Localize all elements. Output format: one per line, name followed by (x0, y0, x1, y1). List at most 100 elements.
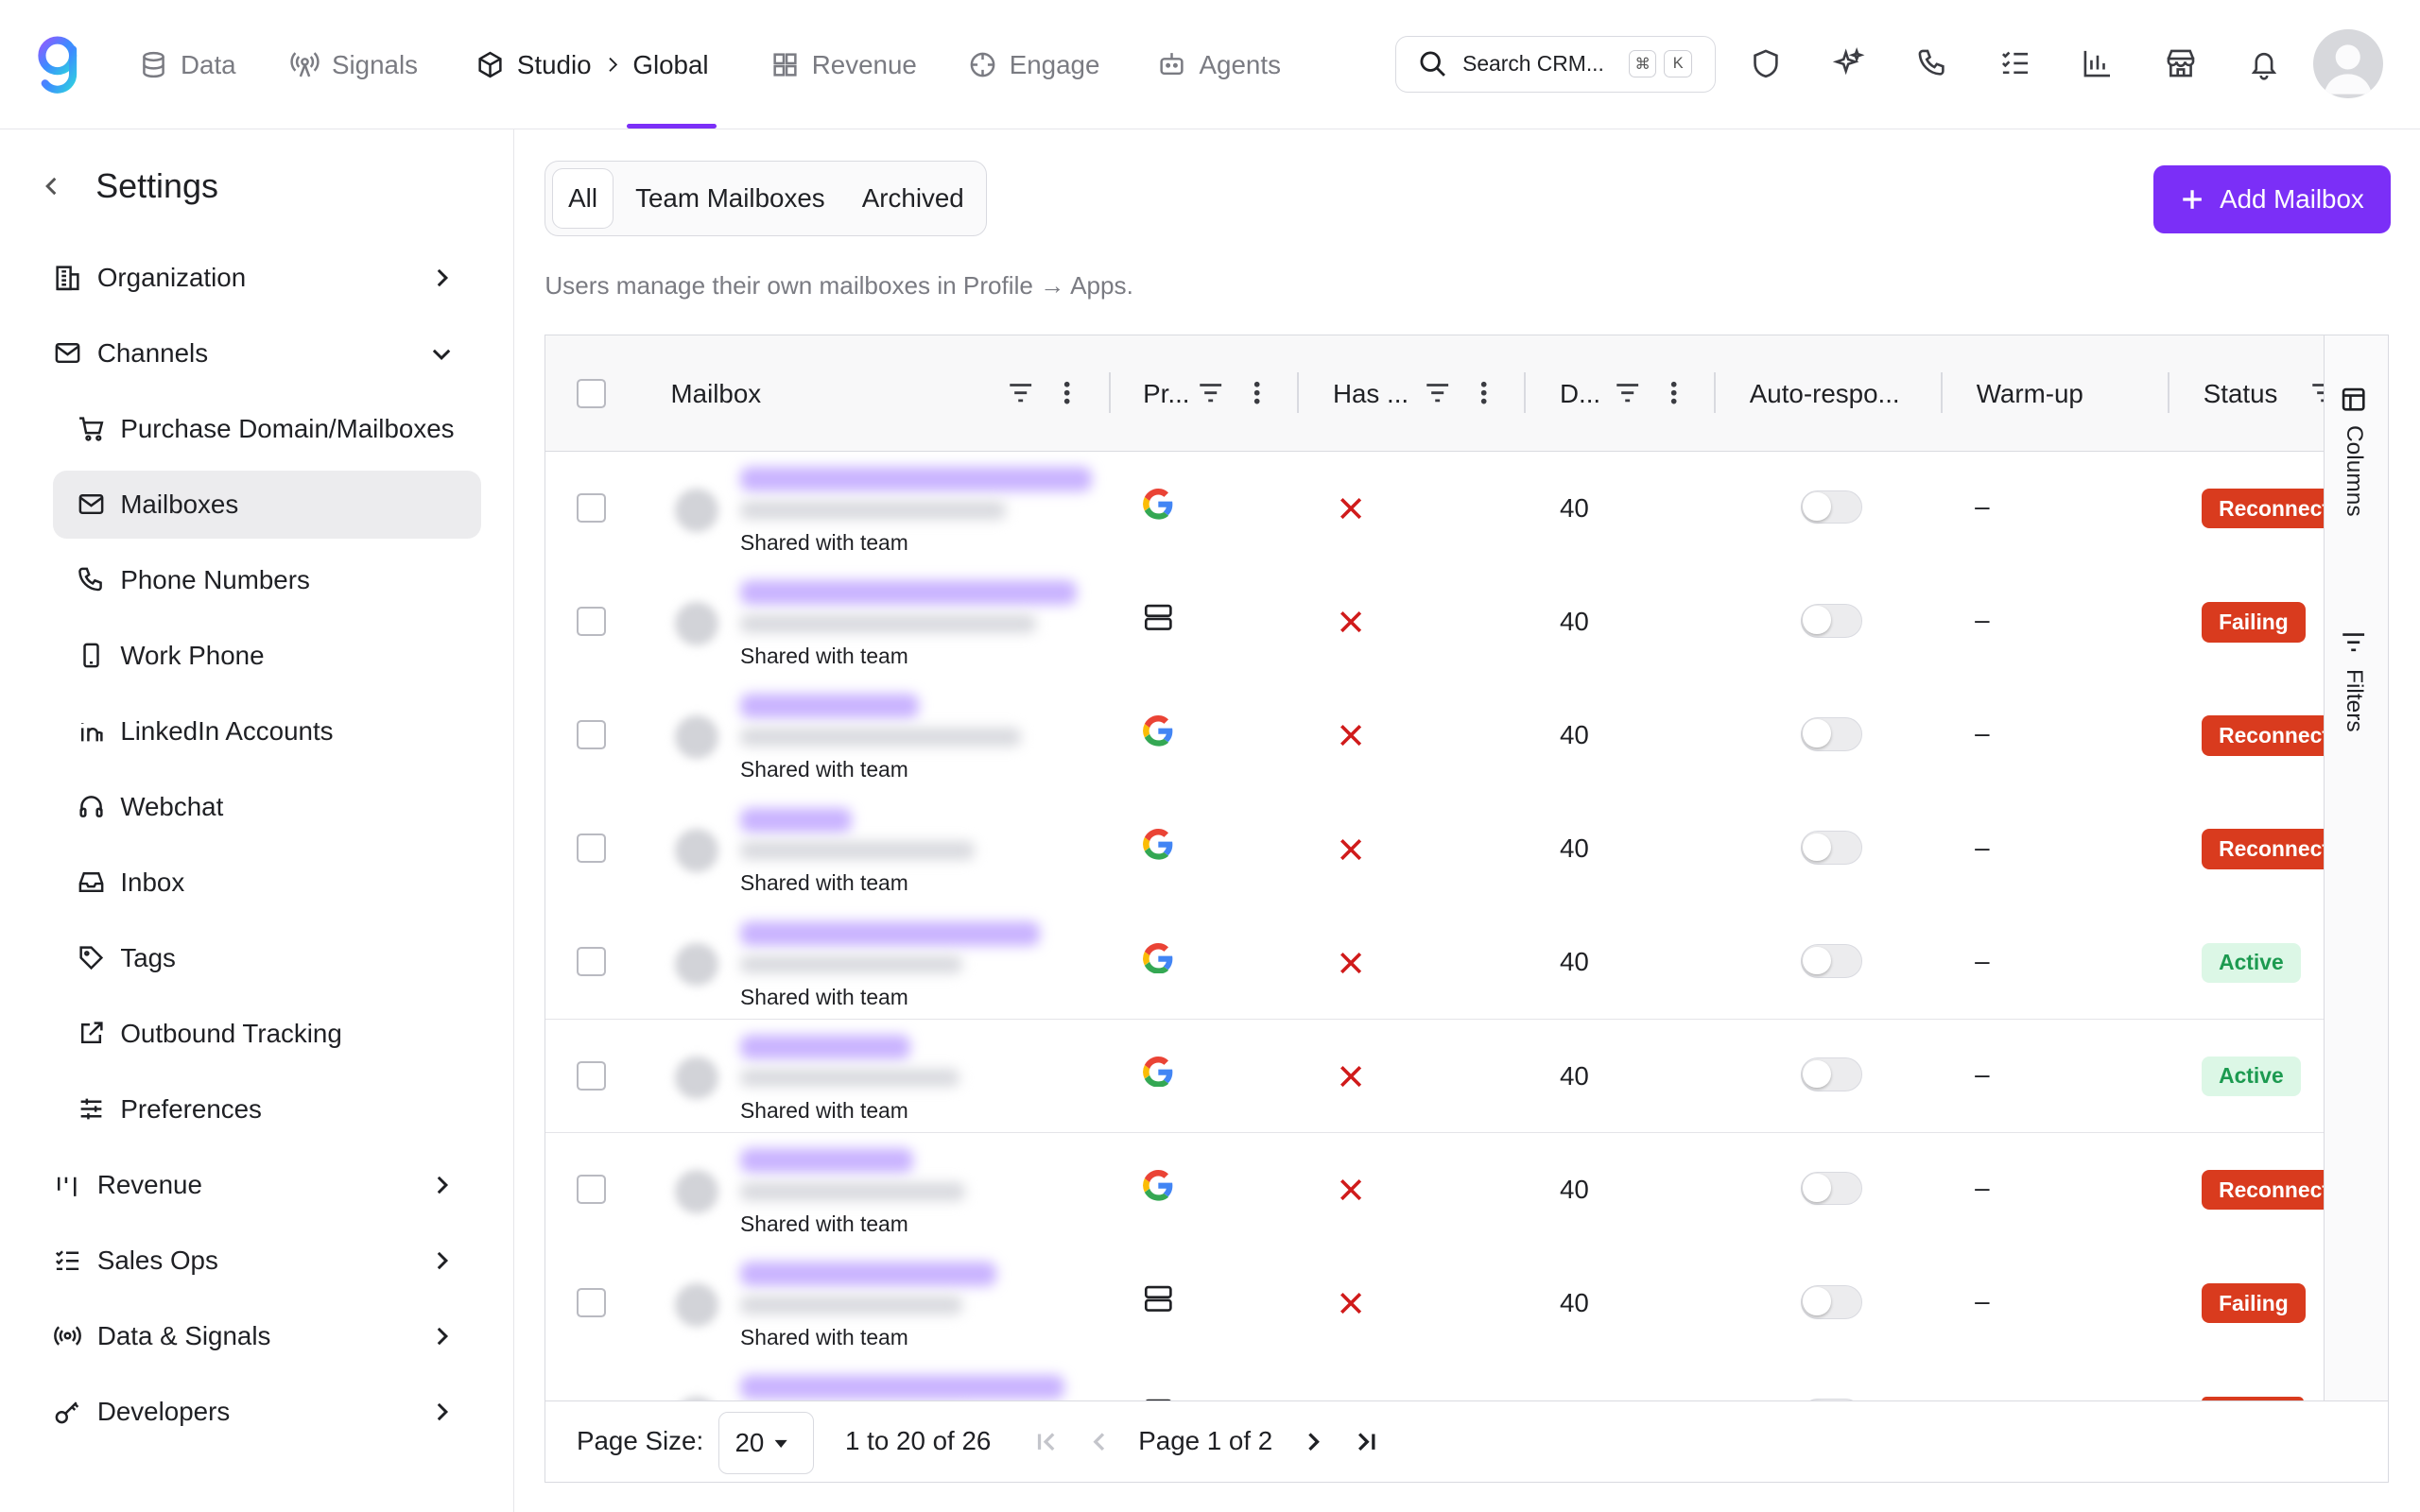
sidebar-item-mailboxes[interactable]: Mailboxes (52, 470, 482, 539)
tasks-button[interactable] (1998, 46, 2032, 80)
column-menu-button[interactable] (1660, 379, 1687, 406)
status-badge[interactable]: Reconnect (2202, 488, 2325, 529)
app-logo[interactable] (31, 34, 84, 95)
status-badge[interactable]: Reconnect (2202, 829, 2325, 869)
sidebar-item-purchase-domain[interactable]: Purchase Domain/Mailboxes (53, 395, 482, 463)
auto-responder-toggle[interactable] (1800, 490, 1862, 524)
column-divider[interactable] (1714, 372, 1716, 413)
filters-panel-tab[interactable]: Filters (2340, 628, 2367, 732)
column-header-mailbox[interactable]: Mailbox (671, 335, 762, 451)
row-checkbox[interactable] (576, 1287, 606, 1317)
column-filter-button[interactable] (1197, 379, 1224, 406)
sidebar-item-outbound-tracking[interactable]: Outbound Tracking (53, 1000, 482, 1068)
status-badge[interactable]: Active (2202, 1056, 2301, 1097)
tab-team-mailboxes[interactable]: Team Mailboxes (620, 168, 840, 229)
sidebar-item-phone-numbers[interactable]: Phone Numbers (53, 546, 482, 614)
table-row[interactable]: Shared with team 40 – Reconnect (545, 1132, 2325, 1247)
mailbox-name-redacted[interactable] (740, 1148, 913, 1174)
column-divider[interactable] (2168, 372, 2169, 413)
row-checkbox[interactable] (576, 1060, 606, 1091)
column-header-warmup[interactable]: Warm-up (1977, 335, 2083, 451)
row-checkbox[interactable] (576, 492, 606, 523)
column-divider[interactable] (1941, 372, 1943, 413)
auto-responder-toggle[interactable] (1800, 1171, 1862, 1206)
row-checkbox[interactable] (576, 947, 606, 977)
nav-data[interactable]: Data (139, 46, 236, 83)
sidebar-item-organization[interactable]: Organization (53, 244, 482, 312)
table-row[interactable]: Shared with team 40 – Active (545, 1019, 2325, 1134)
status-badge[interactable]: Reconnect (2202, 715, 2325, 756)
sidebar-item-data-signals[interactable]: Data & Signals (53, 1302, 482, 1370)
column-header-daily[interactable]: D... (1560, 335, 1600, 451)
sidebar-item-channels[interactable]: Channels (53, 319, 482, 387)
store-button[interactable] (2164, 46, 2198, 80)
status-badge[interactable]: Reconnect (2202, 1169, 2325, 1211)
sidebar-item-work-phone[interactable]: Work Phone (53, 622, 482, 690)
ai-sparkle-button[interactable] (1832, 46, 1866, 80)
mailbox-name-redacted[interactable] (740, 807, 852, 833)
nav-signals[interactable]: Signals (290, 46, 418, 83)
column-menu-button[interactable] (1053, 379, 1080, 406)
column-filter-button[interactable] (1424, 379, 1451, 406)
auto-responder-toggle[interactable] (1800, 944, 1862, 979)
nav-global[interactable]: Global (632, 46, 708, 83)
mailbox-name-redacted[interactable] (740, 1375, 1064, 1400)
table-row[interactable] (545, 1360, 2325, 1400)
sidebar-item-tags[interactable]: Tags (53, 924, 482, 992)
mailbox-name-redacted[interactable] (740, 920, 1040, 946)
mailbox-name-redacted[interactable] (740, 694, 920, 719)
mailbox-name-redacted[interactable] (740, 1262, 997, 1287)
row-checkbox[interactable] (576, 833, 606, 864)
last-page-button[interactable] (1352, 1428, 1379, 1455)
auto-responder-toggle[interactable] (1800, 716, 1862, 751)
nav-engage[interactable]: Engage (968, 46, 1099, 83)
auto-responder-toggle[interactable] (1800, 1284, 1862, 1319)
table-row[interactable]: Shared with team 40 – Active (545, 905, 2325, 1021)
auto-responder-toggle[interactable] (1800, 831, 1862, 865)
tab-archived[interactable]: Archived (846, 168, 979, 229)
add-mailbox-button[interactable]: Add Mailbox (2152, 164, 2391, 233)
column-header-provider[interactable]: Pr... (1143, 335, 1189, 451)
table-row[interactable]: Shared with team 40 – Reconnect (545, 451, 2325, 566)
tab-all[interactable]: All (551, 167, 614, 229)
nav-studio[interactable]: Studio (475, 46, 592, 83)
column-header-has[interactable]: Has ... (1333, 335, 1409, 451)
column-menu-button[interactable] (1470, 379, 1497, 406)
table-row[interactable]: Shared with team 40 – Failing (545, 1246, 2325, 1361)
mailbox-name-redacted[interactable] (740, 580, 1077, 606)
status-badge[interactable]: Failing (2202, 602, 2306, 643)
mailbox-name-redacted[interactable] (740, 1034, 910, 1059)
status-badge[interactable]: Failing (2202, 1283, 2306, 1324)
analytics-button[interactable] (2081, 46, 2115, 80)
row-checkbox[interactable] (576, 606, 606, 636)
table-row[interactable]: Shared with team 40 – Failing (545, 564, 2325, 679)
sidebar-item-preferences[interactable]: Preferences (53, 1075, 482, 1143)
column-header-status[interactable]: Status (2204, 335, 2278, 451)
status-badge[interactable]: Active (2202, 942, 2301, 983)
row-checkbox[interactable] (576, 720, 606, 750)
column-filter-button[interactable] (2309, 379, 2325, 406)
sidebar-item-webchat[interactable]: Webchat (53, 773, 482, 841)
column-divider[interactable] (1109, 372, 1111, 413)
auto-responder-toggle[interactable] (1800, 1057, 1862, 1092)
table-row[interactable]: Shared with team 40 – Reconnect (545, 792, 2325, 907)
column-menu-button[interactable] (1243, 379, 1270, 406)
search-input[interactable]: Search CRM... ⌘ K (1394, 35, 1717, 93)
row-checkbox[interactable] (576, 1174, 606, 1204)
sidebar-item-linkedin[interactable]: LinkedIn Accounts (53, 697, 482, 765)
sidebar-item-revenue[interactable]: Revenue (53, 1151, 482, 1219)
column-header-auto-responder[interactable]: Auto-respo... (1750, 335, 1900, 451)
chevron-left-icon[interactable] (40, 174, 64, 198)
table-row[interactable]: Shared with team 40 – Reconnect (545, 679, 2325, 793)
columns-panel-tab[interactable]: Columns (2340, 386, 2367, 517)
sidebar-item-inbox[interactable]: Inbox (53, 849, 482, 917)
column-divider[interactable] (1297, 372, 1300, 413)
column-filter-button[interactable] (1614, 379, 1641, 406)
select-all-checkbox[interactable] (576, 378, 606, 408)
previous-page-button[interactable] (1086, 1428, 1114, 1455)
next-page-button[interactable] (1299, 1428, 1326, 1455)
auto-responder-toggle[interactable] (1800, 603, 1862, 638)
column-filter-button[interactable] (1007, 379, 1034, 406)
mailbox-name-redacted[interactable] (740, 467, 1093, 492)
nav-revenue[interactable]: Revenue (770, 46, 917, 83)
